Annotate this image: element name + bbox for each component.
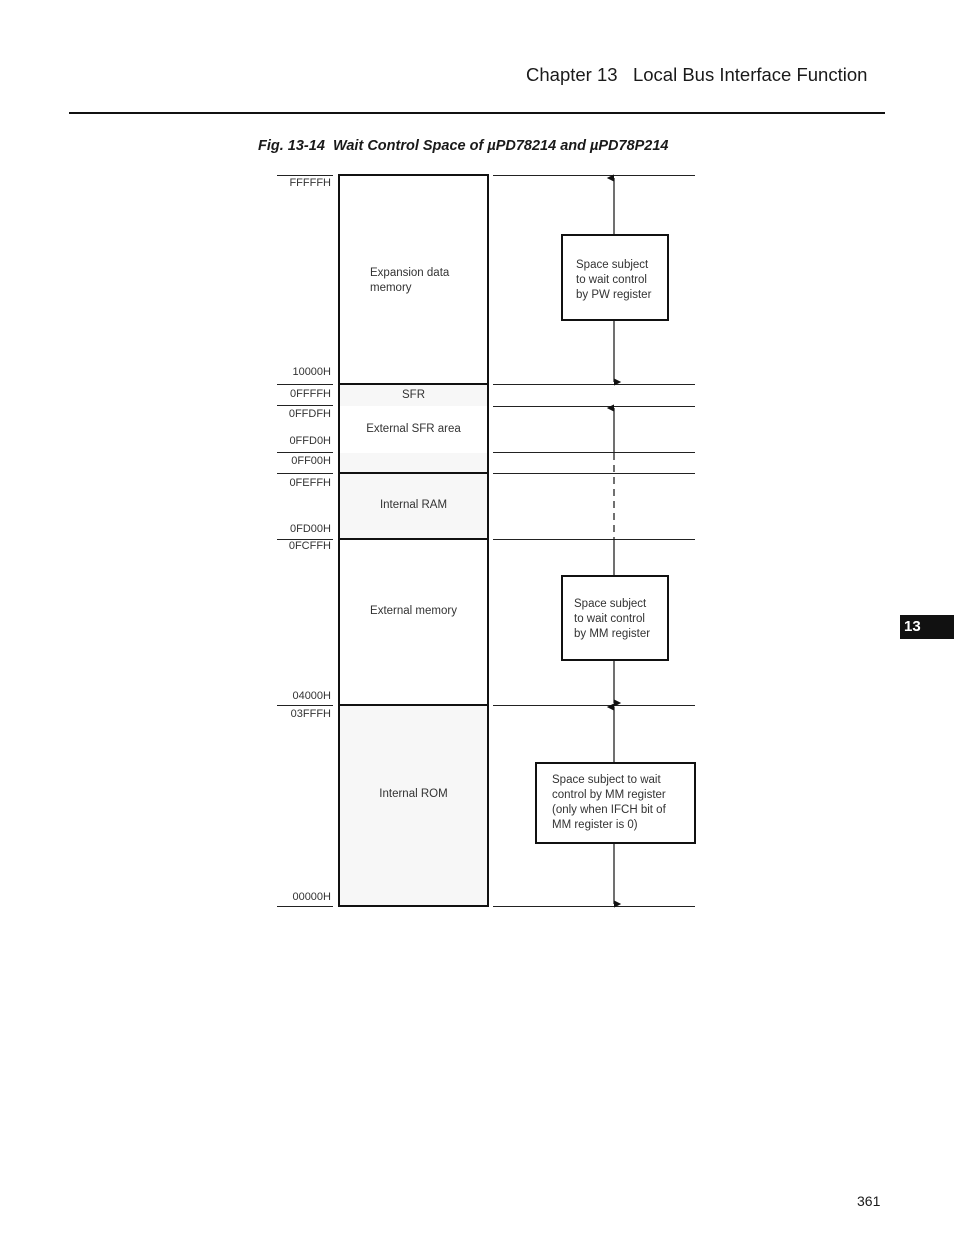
- chapter-tab: 13: [900, 615, 954, 639]
- pw-register-note: Space subject to wait control by PW regi…: [561, 234, 669, 321]
- range-arrows: [606, 174, 622, 908]
- page-number: 361: [857, 1193, 881, 1209]
- mm-ifch-note: Space subject to wait control by MM regi…: [535, 762, 696, 844]
- mm-register-note: Space subject to wait control by MM regi…: [561, 575, 669, 661]
